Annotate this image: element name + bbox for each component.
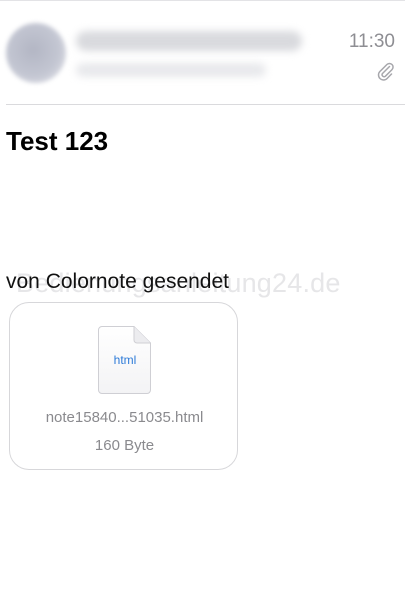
paperclip-icon — [377, 62, 394, 81]
sender-avatar[interactable] — [6, 23, 66, 83]
message-subject: Test 123 — [6, 126, 109, 156]
header-divider — [6, 104, 405, 105]
sender-name-redacted — [76, 31, 302, 51]
message-body-text: von Colornote gesendet — [6, 270, 229, 293]
message-time: 11:30 — [348, 31, 395, 52]
attachment-file-name: note15840...51035.html — [45, 409, 204, 426]
file-type-label: html — [113, 353, 137, 367]
attachment-file-size: 160 Byte — [94, 437, 155, 454]
attachment-card[interactable]: html note15840...51035.html 160 Byte — [9, 302, 238, 470]
message-header[interactable]: 11:30 — [0, 1, 405, 104]
recipient-line-redacted — [76, 63, 266, 77]
